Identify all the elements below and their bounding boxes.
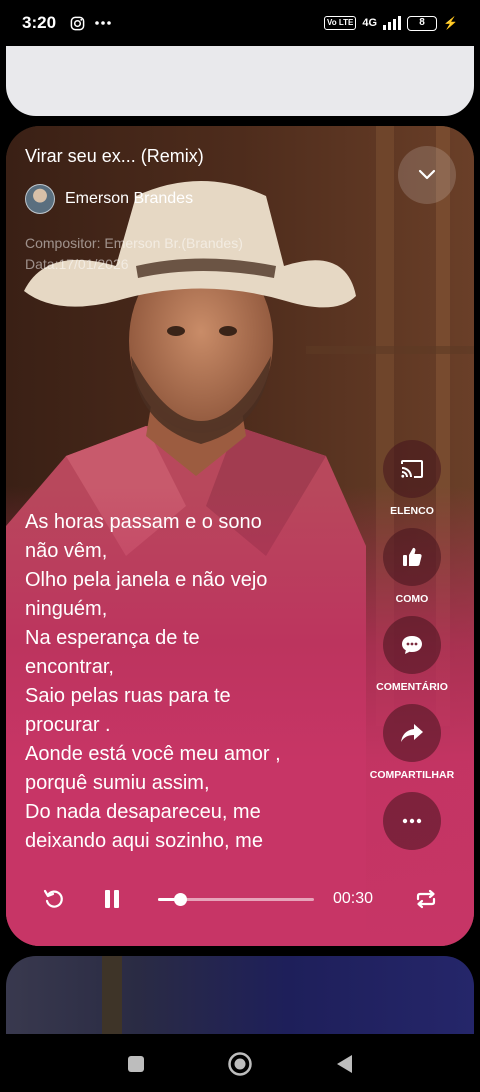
repeat-icon — [416, 889, 436, 909]
lyric-line: não vêm, — [25, 540, 108, 562]
status-time: 3:20 — [22, 13, 57, 32]
current-time: 00:30 — [333, 890, 374, 907]
thumbs-up-icon — [403, 547, 422, 566]
home-icon — [228, 1052, 252, 1076]
more-icon — [402, 818, 422, 824]
cast-icon — [401, 460, 423, 478]
lyric-line: Saio pelas ruas para te — [25, 685, 231, 707]
next-card[interactable] — [6, 956, 474, 1046]
lyric-line: procurar . — [25, 714, 111, 736]
home-button[interactable] — [227, 1051, 253, 1077]
share-action[interactable]: COMPARTILHAR — [362, 704, 462, 781]
lyric-line: Na esperança de te — [25, 627, 200, 649]
cast-button[interactable] — [383, 440, 441, 498]
lyric-line: Do nada desapareceu, me — [25, 801, 261, 823]
next-card-art — [102, 956, 122, 1046]
lyric-line: Aonde está você meu amor , — [25, 743, 281, 765]
status-left-icons — [70, 16, 111, 31]
cast-action[interactable]: ELENCO — [362, 440, 462, 517]
lyric-line: As horas passam e o sono — [25, 511, 262, 533]
comment-action[interactable]: COMENTÁRIO — [362, 616, 462, 693]
comment-button[interactable] — [383, 616, 441, 674]
chevron-down-icon — [418, 169, 436, 180]
replay-icon — [43, 889, 63, 908]
artist-row[interactable]: Emerson Brandes — [25, 184, 193, 214]
share-icon — [401, 724, 423, 742]
composer-text: Compositor: Emerson Br.(Brandes) — [25, 235, 243, 251]
navigation-bar — [0, 1034, 480, 1092]
player-card: Virar seu ex... (Remix) Emerson Brandes … — [6, 126, 474, 946]
status-bar: 3:20 Vo LTE 4G 8 ⚡ — [0, 0, 480, 46]
lyric-line: encontrar, — [25, 656, 114, 678]
recents-icon — [128, 1056, 144, 1072]
song-meta: Compositor: Emerson Br.(Brandes) Data:17… — [25, 233, 243, 275]
network-label: 4G — [362, 17, 378, 29]
pause-button[interactable] — [98, 885, 126, 913]
back-icon — [337, 1055, 352, 1073]
comment-icon — [402, 636, 422, 654]
lyrics-panel[interactable]: As horas passam e o sono não vêm, Olho p… — [25, 508, 360, 853]
seek-bar[interactable] — [158, 893, 314, 906]
recents-button[interactable] — [123, 1051, 149, 1077]
like-action[interactable]: COMO — [362, 528, 462, 605]
collapse-button[interactable] — [398, 146, 456, 204]
share-button[interactable] — [383, 704, 441, 762]
lyric-line: Olho pela janela e não vejo — [25, 569, 268, 591]
battery-level: 8 — [419, 16, 425, 28]
replay-button[interactable] — [40, 885, 68, 913]
artist-avatar[interactable] — [25, 184, 55, 214]
pause-icon — [105, 890, 119, 908]
previous-card[interactable] — [6, 46, 474, 116]
more-action[interactable] — [362, 792, 462, 850]
date-text: Data:17/01/2026 — [25, 256, 129, 272]
instagram-icon — [70, 16, 85, 30]
song-title: Virar seu ex... (Remix) — [25, 146, 204, 166]
back-button[interactable] — [331, 1051, 357, 1077]
more-dots-icon — [95, 21, 111, 25]
lyric-line: deixando aqui sozinho, me — [25, 830, 263, 852]
playback-controls: 00:30 — [6, 881, 474, 917]
repeat-button[interactable] — [412, 885, 440, 913]
more-button[interactable] — [383, 792, 441, 850]
seek-thumb[interactable] — [173, 893, 187, 906]
lyric-line: ninguém, — [25, 598, 108, 620]
like-button[interactable] — [383, 528, 441, 586]
like-label: COMO — [395, 593, 429, 605]
status-right: Vo LTE 4G 8 ⚡ — [323, 15, 458, 31]
volte-badge: Vo LTE — [323, 16, 357, 30]
lyric-line: porquê sumiu assim, — [25, 772, 210, 794]
charging-icon: ⚡ — [443, 16, 458, 30]
comment-label: COMENTÁRIO — [376, 681, 448, 693]
cast-label: ELENCO — [390, 505, 434, 517]
share-label: COMPARTILHAR — [369, 769, 455, 781]
battery-icon: 8 — [407, 15, 438, 31]
signal-icon — [383, 16, 402, 30]
artist-name[interactable]: Emerson Brandes — [65, 190, 193, 208]
